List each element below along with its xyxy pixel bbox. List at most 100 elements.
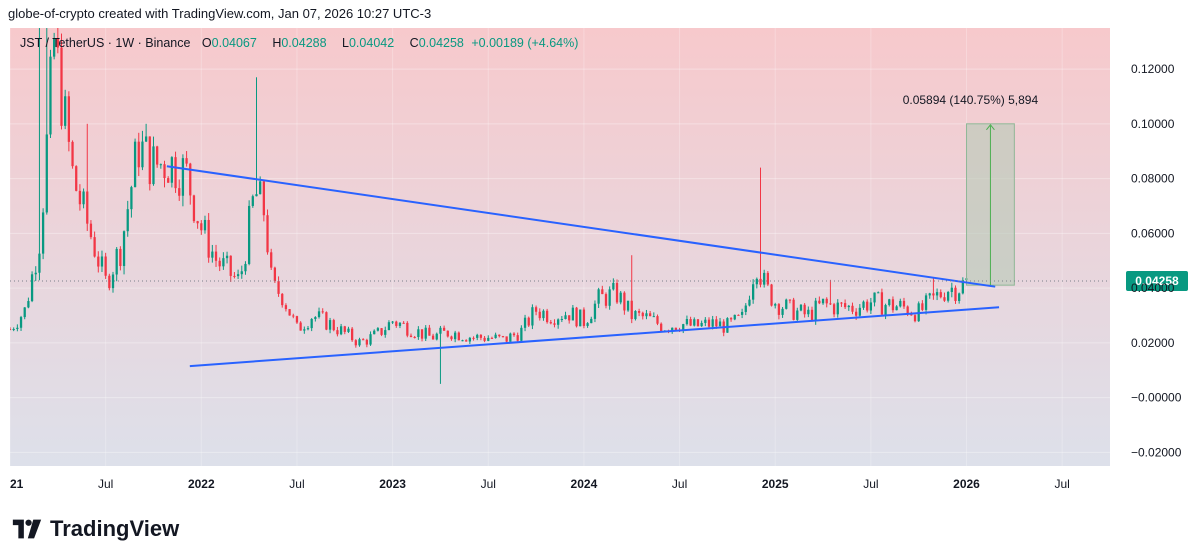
candle-body [156, 146, 159, 165]
candle-body [696, 319, 700, 327]
y-tick-label: 0.04000 [1131, 281, 1175, 295]
candle-body [807, 309, 810, 315]
candle-body [586, 323, 589, 326]
candle-body [799, 304, 803, 311]
candle-body [479, 334, 483, 338]
candle-body [435, 333, 438, 340]
candle [207, 213, 210, 263]
candle-body [27, 301, 30, 308]
candle-body [255, 194, 258, 197]
candle-body [494, 334, 497, 339]
change-value: +0.00189 (+4.64%) [471, 36, 579, 50]
candle-body [660, 323, 663, 332]
candle [332, 318, 335, 332]
high-label: H [272, 36, 282, 50]
candle [266, 209, 269, 255]
y-tick-label: −0.00000 [1131, 391, 1182, 405]
candle [582, 307, 586, 329]
candle-body [711, 319, 714, 327]
x-tick-label: Jul [863, 477, 878, 491]
candle-body [733, 314, 736, 320]
candle-body [935, 292, 939, 296]
open-label: O [201, 36, 212, 50]
candle-body [406, 322, 409, 336]
candle-body [924, 295, 928, 310]
candle-body [148, 136, 151, 185]
candle-body [534, 307, 538, 312]
candle-body [93, 237, 96, 257]
candle-body [766, 272, 769, 285]
candle-body [384, 330, 387, 335]
candle-body [928, 293, 931, 296]
candle-body [159, 164, 162, 166]
candle-body [891, 299, 895, 311]
candle [792, 297, 795, 321]
candle-body [38, 253, 41, 273]
x-tick-label: 2021 [10, 477, 24, 491]
price-chart[interactable]: 0.05894 (140.75%) 5,894 0.04258 0.12000 0.… [0, 28, 1200, 498]
candle-body [939, 292, 942, 298]
candle-body [785, 299, 788, 309]
candle-body [545, 310, 549, 323]
chart-area[interactable]: 0.05894 (140.75%) 5,894 0.04258 0.12000 0.… [0, 28, 1200, 498]
candle-body [895, 306, 898, 311]
candle-body [211, 251, 214, 258]
candle-body [303, 329, 306, 331]
candle-body [200, 223, 203, 231]
candle-body [181, 158, 185, 196]
candle-body [836, 302, 839, 315]
candle-body [358, 339, 361, 346]
open-value: 0.04067 [211, 36, 257, 50]
candle-body [192, 195, 196, 222]
y-tick-label: 0.12000 [1131, 62, 1175, 76]
candle-body [189, 163, 192, 196]
candle-body [958, 293, 961, 301]
candle-body [560, 319, 563, 321]
candle-body [726, 318, 729, 333]
candle-body [119, 248, 122, 267]
x-tick-label: Jul [289, 477, 304, 491]
candle-body [612, 282, 615, 290]
candle-body [512, 333, 516, 336]
candle-body [847, 305, 850, 308]
candle-body [214, 251, 218, 261]
candle [351, 327, 354, 342]
candle-body [163, 164, 166, 179]
candle-body [12, 329, 15, 331]
candle-body [233, 275, 236, 277]
candle-body [373, 330, 376, 335]
candle-body [115, 248, 118, 275]
candle-body [167, 178, 170, 183]
candle-body [487, 337, 490, 341]
candle-body [104, 256, 107, 276]
candle-body [64, 96, 67, 126]
candle-body [829, 303, 832, 305]
candle-body [615, 282, 619, 303]
symbol-label[interactable]: JST / TetherUS · 1W · Binance [20, 36, 190, 50]
candle [156, 145, 159, 168]
candle [247, 200, 251, 266]
candle-body [748, 299, 751, 306]
candle-body [86, 191, 89, 224]
candle-body [465, 340, 468, 342]
candle-body [8, 329, 12, 331]
candle-body [483, 337, 486, 341]
candle-body [718, 321, 722, 327]
candle-body [336, 330, 339, 335]
candle-body [943, 297, 946, 301]
candle-body [568, 315, 571, 321]
candle-body [656, 316, 659, 324]
candle [726, 317, 729, 333]
candle [913, 314, 917, 323]
candle-body [376, 328, 380, 331]
y-tick-label: 0.06000 [1131, 226, 1175, 240]
x-tick-label: 2024 [571, 477, 598, 491]
candle-body [354, 340, 357, 346]
candle [71, 140, 74, 169]
candle-body [126, 209, 129, 232]
x-tick-label: Jul [672, 477, 687, 491]
candle [880, 288, 884, 315]
candle-body [259, 181, 262, 195]
candle [49, 49, 52, 138]
candle-body [351, 328, 354, 341]
